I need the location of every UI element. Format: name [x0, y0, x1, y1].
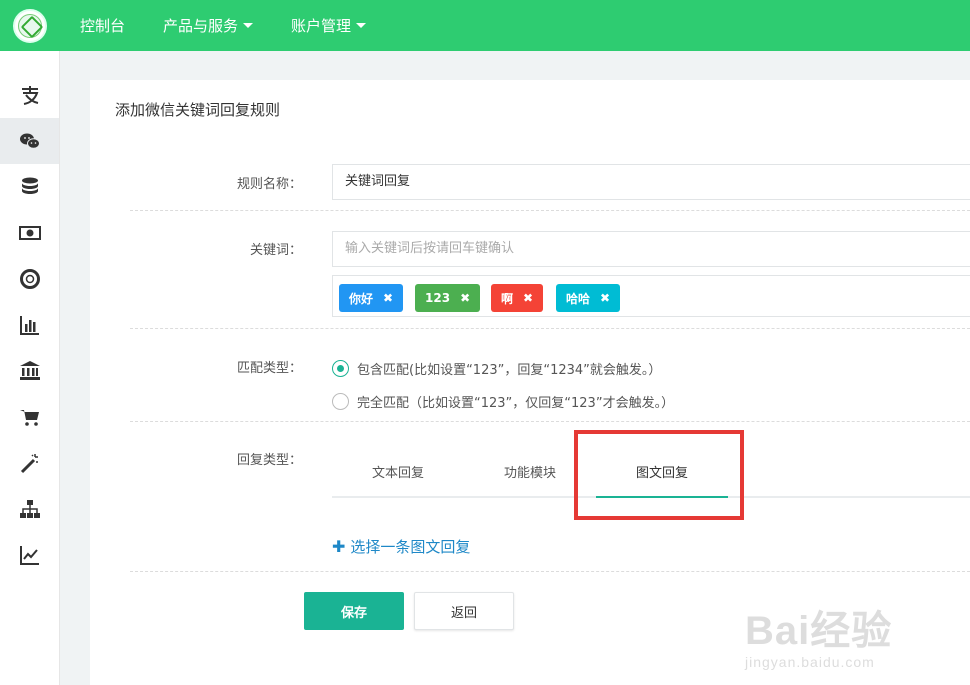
select-news-label: 选择一条图文回复	[350, 538, 471, 556]
keyword-tag: 哈哈 ✖	[556, 284, 621, 312]
money-icon	[18, 226, 41, 240]
chevron-down-icon	[243, 23, 254, 28]
watermark: Bai经验 jingyan.baidu.com	[745, 598, 892, 670]
radio-checked[interactable]	[332, 360, 349, 377]
match-type-label: 匹配类型：	[236, 361, 302, 376]
sidebar-item-support[interactable]	[0, 256, 59, 302]
tab-function-module[interactable]: 功能模块	[504, 462, 556, 481]
sidebar-item-wechat[interactable]	[0, 118, 59, 164]
logo-icon	[18, 13, 42, 38]
radio-label: 完全匹配（比如设置“123”，仅回复“123”才会触发。）	[357, 396, 675, 411]
sidebar-item-cart[interactable]	[0, 394, 59, 440]
sidebar-item-org[interactable]	[0, 486, 59, 532]
magic-wand-icon	[20, 454, 38, 474]
bar-chart-icon	[19, 316, 39, 335]
sidebar	[0, 51, 60, 685]
close-icon[interactable]: ✖	[383, 291, 393, 305]
logo[interactable]	[13, 8, 47, 43]
tag-label: 123	[425, 291, 451, 305]
select-news-link[interactable]: ✚ 选择一条图文回复	[332, 536, 470, 557]
keyword-label: 关键词：	[249, 243, 302, 258]
tag-label: 你好	[349, 291, 374, 306]
save-button[interactable]: 保存	[304, 592, 404, 630]
sidebar-item-trend[interactable]	[0, 532, 59, 578]
tag-label: 啊	[501, 291, 514, 306]
keyword-tag-list: 你好 ✖ 123 ✖ 啊 ✖ 哈哈 ✖	[332, 275, 970, 317]
reply-type-label: 回复类型：	[236, 453, 302, 468]
form-panel: 添加微信关键词回复规则 规则名称： 关键词回复 关键词： 输入关键词后按请回车键…	[90, 80, 970, 685]
close-icon[interactable]: ✖	[523, 291, 533, 305]
sidebar-item-money[interactable]	[0, 210, 59, 256]
divider	[130, 421, 970, 422]
nav-item-products[interactable]: 产品与服务	[163, 15, 254, 36]
keyword-tag: 啊 ✖	[491, 284, 544, 312]
keyword-tag: 你好 ✖	[339, 284, 404, 312]
rule-name-label: 规则名称：	[236, 177, 302, 192]
watermark-logo: Bai经验	[745, 609, 893, 653]
tab-text-reply[interactable]: 文本回复	[372, 462, 424, 481]
cart-icon	[19, 410, 39, 426]
bank-icon	[19, 361, 40, 380]
watermark-url: jingyan.baidu.com	[745, 654, 875, 670]
sidebar-item-database[interactable]	[0, 164, 59, 210]
nav-item-account[interactable]: 账户管理	[291, 15, 367, 36]
radio-label: 包含匹配(比如设置“123”，回复“1234”就会触发。）	[357, 363, 662, 378]
close-icon[interactable]: ✖	[600, 291, 610, 305]
divider	[130, 328, 970, 329]
nav-label: 控制台	[80, 17, 126, 35]
match-option-exact[interactable]: 完全匹配（比如设置“123”，仅回复“123”才会触发。）	[332, 392, 674, 411]
sidebar-item-tools[interactable]	[0, 440, 59, 486]
sidebar-item-alipay[interactable]	[0, 72, 59, 118]
page-title: 添加微信关键词回复规则	[115, 101, 281, 119]
radio-unchecked[interactable]	[332, 393, 349, 410]
wechat-icon	[19, 133, 40, 149]
database-icon	[21, 177, 38, 194]
sitemap-icon	[19, 500, 40, 518]
plus-icon: ✚	[332, 537, 346, 556]
divider	[130, 210, 970, 211]
alipay-icon	[21, 86, 38, 105]
sidebar-item-bank[interactable]	[0, 348, 59, 394]
nav-item-console[interactable]: 控制台	[80, 15, 125, 36]
rule-name-input[interactable]: 关键词回复	[332, 164, 970, 200]
nav-label: 产品与服务	[163, 17, 239, 35]
keyword-input[interactable]: 输入关键词后按请回车键确认	[332, 231, 970, 267]
annotation-highlight-box	[574, 430, 744, 520]
match-option-contains[interactable]: 包含匹配(比如设置“123”，回复“1234”就会触发。）	[332, 359, 661, 378]
divider	[130, 571, 970, 572]
nav-label: 账户管理	[291, 17, 352, 35]
line-chart-icon	[19, 546, 39, 565]
top-navbar: 控制台 产品与服务 账户管理	[0, 0, 970, 51]
sidebar-item-stats[interactable]	[0, 302, 59, 348]
lifebuoy-icon	[19, 269, 40, 289]
back-button[interactable]: 返回	[414, 592, 514, 630]
keyword-tag: 123 ✖	[415, 284, 481, 312]
chevron-down-icon	[356, 23, 367, 28]
close-icon[interactable]: ✖	[460, 291, 470, 305]
tag-label: 哈哈	[566, 291, 591, 306]
